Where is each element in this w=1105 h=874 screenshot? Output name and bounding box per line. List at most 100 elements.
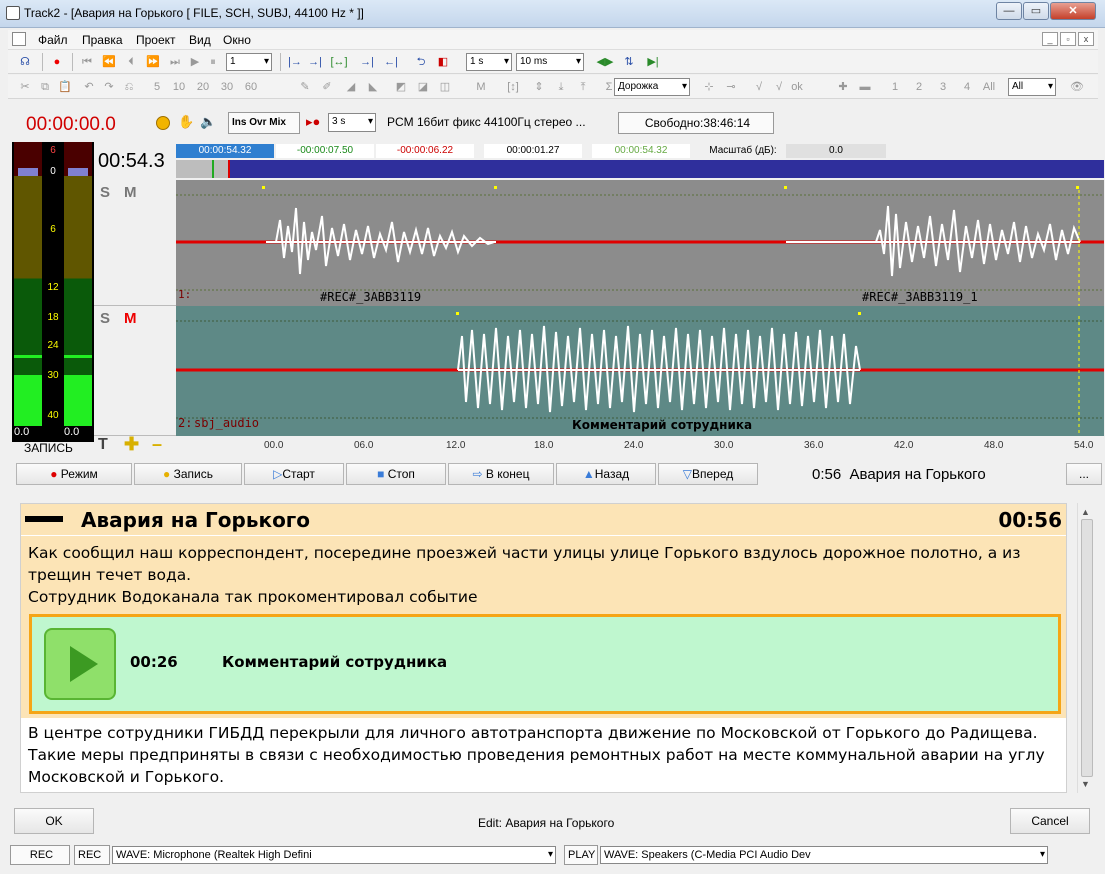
tool-t-icon[interactable]: T — [98, 436, 108, 454]
menu-edit[interactable]: Правка — [82, 33, 123, 47]
all-select[interactable]: All — [1008, 78, 1056, 96]
track-2-button[interactable]: 2 — [910, 78, 928, 96]
record-icon[interactable]: ● — [48, 53, 66, 71]
eye-icon[interactable]: 👁 — [1068, 78, 1086, 96]
zoom-30[interactable]: 30 — [218, 78, 236, 96]
ms-select[interactable]: 10 ms — [516, 53, 584, 71]
mode-button[interactable]: ● Режим — [16, 463, 132, 485]
cancel-button[interactable]: Cancel — [1010, 808, 1090, 834]
editor-scrollbar[interactable]: ▲ ▼ — [1077, 503, 1095, 793]
play-clip-button[interactable] — [44, 628, 116, 700]
stop-button[interactable]: ■ Стоп — [346, 463, 446, 485]
envelope-icon[interactable]: ◩ — [392, 78, 410, 96]
add-track-icon[interactable]: ✚ — [124, 434, 139, 455]
align-icon[interactable]: ⇕ — [530, 78, 548, 96]
marker-icon[interactable]: ◧ — [434, 53, 452, 71]
hand-icon[interactable]: ✋ — [178, 114, 194, 130]
forward-icon[interactable]: ⏩ — [144, 53, 162, 71]
track-1-button[interactable]: 1 — [886, 78, 904, 96]
paragraph-3[interactable]: В центре сотрудники ГИБДД перекрыли для … — [28, 722, 1058, 788]
overview-bar[interactable] — [176, 160, 1104, 178]
pen-icon[interactable]: ✐ — [318, 78, 336, 96]
clip-label-2[interactable]: #REC#_3ABB3119_1 — [862, 290, 978, 304]
fit-icon[interactable]: [↕] — [504, 78, 522, 96]
close-button[interactable]: ✕ — [1050, 2, 1096, 20]
punch-icon[interactable]: ▸● — [306, 114, 320, 130]
mode-ovr[interactable]: Ovr — [249, 117, 266, 128]
fade-out-icon[interactable]: ◣ — [364, 78, 382, 96]
undo-icon[interactable]: ↶ — [80, 78, 98, 96]
menu-file[interactable]: Файл — [38, 33, 68, 47]
mdi-minimize-button[interactable]: _ — [1042, 32, 1058, 46]
play-icon[interactable]: ▶ — [186, 53, 204, 71]
ok-icon[interactable]: ok — [788, 78, 806, 96]
rewind-icon[interactable]: ⏪ — [100, 53, 118, 71]
track-1-lane[interactable]: 1: #REC#_3ABB3119 #REC#_3ABB3119_1 — [176, 180, 1104, 306]
paste-icon[interactable]: 📋 — [56, 78, 74, 96]
vol2-icon[interactable]: ⊸ — [722, 78, 740, 96]
vol-icon[interactable]: ⊹ — [700, 78, 718, 96]
loop-icon[interactable]: ⮌ — [412, 53, 430, 71]
mdi-close-button[interactable]: x — [1078, 32, 1094, 46]
output-device-select[interactable]: WAVE: Speakers (C-Media PCI Audio Dev — [600, 846, 1048, 864]
rec-button[interactable]: ● Запись — [134, 463, 242, 485]
clip-label-3[interactable]: Комментарий сотрудника — [572, 418, 752, 432]
mdi-restore-button[interactable]: ▫ — [1060, 32, 1076, 46]
align2-icon[interactable]: ⤓ — [552, 78, 570, 96]
brush-icon[interactable]: ✎ — [296, 78, 314, 96]
trim-icon[interactable]: ◀▶ — [596, 53, 614, 71]
check2-icon[interactable]: √ — [770, 78, 788, 96]
track-1-mute[interactable]: M — [124, 184, 137, 201]
cut-icon[interactable]: ✂ — [16, 78, 34, 96]
plus-icon[interactable]: ✚ — [834, 78, 852, 96]
zoom-5[interactable]: 5 — [148, 78, 166, 96]
track-2-mute[interactable]: M — [124, 310, 137, 327]
envelope2-icon[interactable]: ◪ — [414, 78, 432, 96]
minimize-button[interactable]: — — [996, 2, 1022, 20]
track-1-solo[interactable]: S — [100, 184, 110, 201]
pause-icon[interactable]: ⏸ — [204, 53, 222, 71]
back-button[interactable]: ▲Назад — [556, 463, 656, 485]
select-icon[interactable]: [↔] — [330, 53, 348, 71]
remove-track-icon[interactable]: – — [152, 434, 162, 455]
pre-roll-select[interactable]: 3 s — [328, 113, 376, 132]
mark-in-icon[interactable]: |→ — [286, 53, 304, 71]
menu-window[interactable]: Окно — [223, 33, 251, 47]
zoom-20[interactable]: 20 — [194, 78, 212, 96]
ok-button[interactable]: OK — [14, 808, 94, 834]
menu-project[interactable]: Проект — [136, 33, 176, 47]
more-button[interactable]: ... — [1066, 463, 1102, 485]
envelope3-icon[interactable]: ◫ — [436, 78, 454, 96]
input-device-select[interactable]: WAVE: Microphone (Realtek High Defini — [112, 846, 556, 864]
minus-icon[interactable]: ▬ — [856, 78, 874, 96]
nudge-icon[interactable]: ⎌ — [120, 78, 138, 96]
track-4-button[interactable]: 4 — [958, 78, 976, 96]
track-2-solo[interactable]: S — [100, 310, 110, 327]
track-2-lane[interactable]: 2: sbj_audio Комментарий сотрудника — [176, 306, 1104, 436]
track-3-button[interactable]: 3 — [934, 78, 952, 96]
mode-ins[interactable]: Ins — [232, 117, 246, 128]
mode-mix[interactable]: Mix — [269, 117, 286, 128]
zoom-60[interactable]: 60 — [242, 78, 260, 96]
split-icon[interactable]: →|← — [358, 53, 376, 86]
clip-label-1[interactable]: #REC#_3ABB3119 — [320, 290, 421, 304]
to-end-button[interactable]: ⇨ В конец — [448, 463, 554, 485]
go-icon[interactable]: ▶| — [644, 53, 662, 71]
story-editor[interactable]: Авария на Горького 00:56 Как сообщил наш… — [20, 503, 1067, 793]
record-mode-icon[interactable] — [156, 116, 170, 130]
step-select[interactable]: 1 s — [466, 53, 512, 71]
forward-button[interactable]: ▽Вперед — [658, 463, 758, 485]
marker-m[interactable]: M — [472, 78, 490, 96]
prev-icon[interactable]: ⏴ — [122, 53, 140, 71]
swap-icon[interactable]: ⇅ — [620, 53, 638, 71]
headphones-icon[interactable]: ☊ — [16, 53, 34, 71]
all-tracks-button[interactable]: All — [980, 78, 998, 96]
mode-box[interactable]: Ins Ovr Mix — [228, 112, 300, 134]
mark-out-icon[interactable]: →| — [306, 53, 324, 71]
to-end-icon[interactable]: ⏭ — [166, 53, 184, 71]
to-start-icon[interactable]: ⏮ — [78, 53, 96, 71]
paragraph-1[interactable]: Как сообщил наш корреспондент, посередин… — [28, 542, 1058, 586]
menu-view[interactable]: Вид — [189, 33, 211, 47]
copy-icon[interactable]: ⧉ — [36, 78, 54, 96]
format-more[interactable]: ... — [576, 115, 586, 129]
